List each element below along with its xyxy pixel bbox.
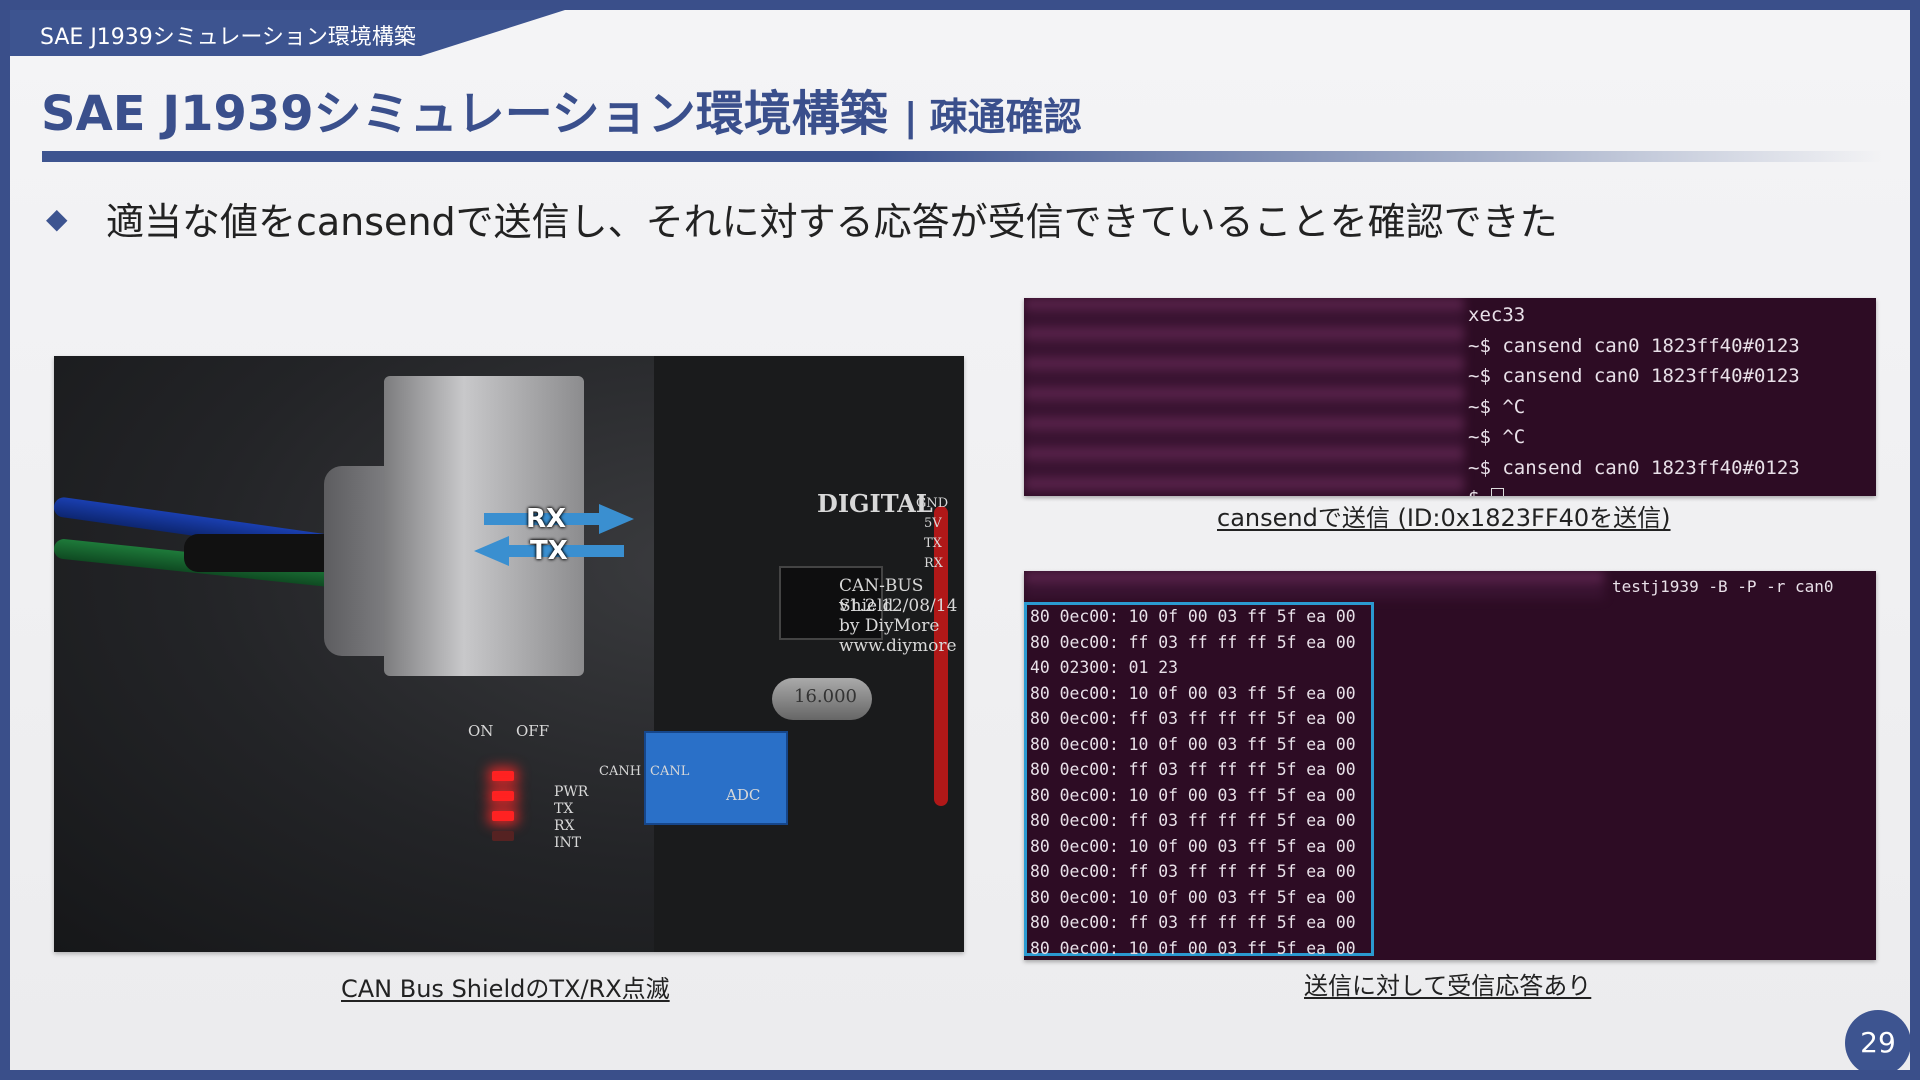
silk-pin-gnd: GND — [916, 496, 949, 511]
silk-canl: CANL — [650, 764, 690, 779]
photo-caption: CAN Bus ShieldのTX/RX点滅 — [341, 975, 670, 1003]
led-rx — [492, 811, 514, 821]
term-line: ~$ cansend can0 1823ff40#0123 — [1468, 365, 1800, 387]
term-line: 80 0ec00: 10 0f 00 03 ff 5f ea 00 — [1030, 785, 1356, 805]
term-line: ~$ ^C — [1468, 426, 1526, 448]
title-main: SAE J1939シミュレーション環境構築 — [41, 86, 888, 142]
silk-pin-5v: 5V — [924, 516, 942, 531]
term-line: 80 0ec00: ff 03 ff ff ff 5f ea 00 — [1030, 709, 1356, 728]
term-line: 80 0ec00: 10 0f 00 03 ff 5f ea 00 — [1030, 607, 1356, 626]
title-subtitle: 疎通確認 — [929, 95, 1082, 139]
term-line: 80 0ec00: 10 0f 00 03 ff 5f ea 00 — [1030, 734, 1356, 754]
silk-adc: ADC — [726, 786, 761, 804]
header-tab-label: SAE J1939シミュレーション環境構築 — [40, 25, 416, 50]
term-line: 80 0ec00: ff 03 ff ff ff 5f ea 00 — [1030, 811, 1356, 830]
terminal-recv-output: 80 0ec00: 10 0f 00 03 ff 5f ea 00 80 0ec0… — [1030, 604, 1356, 960]
can-shield-photo: 16.000 DIGITAL GND 5V TX RX CAN-BUS Shie… — [54, 356, 964, 952]
cansend-caption: cansendで送信 (ID:0x1823FF40を送信) — [1217, 504, 1671, 532]
led-pwr — [492, 771, 514, 781]
terminal-testj1939: testj1939 -B -P -r can0 80 0ec00: 10 0f … — [1024, 571, 1876, 960]
term-line: 80 0ec00: 10 0f 00 03 ff 5f ea 00 — [1030, 836, 1356, 856]
bullet-point: ◆ 適当な値をcansendで送信し、それに対する応答が受信できていることを確認… — [46, 191, 1558, 246]
rx-label: RX — [526, 504, 567, 534]
term-line: 80 0ec00: 10 0f 00 03 ff 5f ea 00 — [1030, 683, 1356, 703]
header-tab: SAE J1939シミュレーション環境構築 — [10, 10, 565, 56]
silk-on: ON — [468, 722, 494, 740]
term-line: $ — [1468, 487, 1491, 496]
silk-pin-rx: RX — [924, 556, 944, 571]
led-tx — [492, 791, 514, 801]
crystal-oscillator: 16.000 — [772, 678, 872, 720]
red-wire — [934, 506, 948, 806]
silk-by: by DiyMore — [839, 616, 940, 636]
silk-led-pwr: PWR — [554, 784, 589, 800]
silk-led-rx: RX — [554, 818, 575, 834]
recv-caption: 送信に対して受信応答あり — [1304, 972, 1592, 1000]
silk-off: OFF — [516, 722, 550, 740]
term-line: 80 0ec00: ff 03 ff ff ff 5f ea 00 — [1030, 913, 1356, 932]
led-int — [492, 831, 514, 841]
term-line: ~$ cansend can0 1823ff40#0123 — [1468, 456, 1800, 479]
silk-pin-tx: TX — [924, 536, 942, 551]
blurred-prompt — [1024, 298, 1464, 496]
term-line: xec33 — [1468, 304, 1526, 326]
rx-tx-arrows: RX TX — [474, 504, 634, 574]
term-line: ~$ cansend can0 1823ff40#0123 — [1468, 334, 1800, 357]
bullet-text: 適当な値をcansendで送信し、それに対する応答が受信できていることを確認でき… — [106, 200, 1558, 244]
title-separator: | — [903, 95, 918, 139]
slide: SAE J1939シミュレーション環境構築 SAE J1939シミュレーション環… — [10, 10, 1910, 1070]
term-line: 80 0ec00: 10 0f 00 03 ff 5f ea 00 — [1030, 938, 1356, 958]
silk-canh: CANH — [599, 764, 642, 779]
status-leds — [492, 771, 520, 861]
term-line: 80 0ec00: ff 03 ff ff ff 5f ea 00 — [1030, 760, 1356, 779]
silk-led-tx: TX — [554, 801, 574, 817]
cursor-icon — [1490, 487, 1504, 496]
page-title: SAE J1939シミュレーション環境構築 | 疎通確認 — [41, 74, 1082, 144]
term-line: 40 02300: 01 23 — [1030, 658, 1179, 677]
terminal-cansend-output: xec33 ~$ cansend can0 1823ff40#0123 ~$ can… — [1468, 300, 1800, 496]
blurred-prompt — [1024, 571, 1604, 599]
terminal-cansend: xec33 ~$ cansend can0 1823ff40#0123 ~$ can… — [1024, 298, 1876, 496]
title-underline — [42, 151, 1882, 162]
testj1939-command: testj1939 -B -P -r can0 — [1612, 577, 1834, 596]
diamond-bullet-icon: ◆ — [46, 202, 68, 235]
tx-label: TX — [530, 536, 568, 566]
term-line: 80 0ec00: ff 03 ff ff ff 5f ea 00 — [1030, 862, 1356, 881]
term-line: 80 0ec00: 10 0f 00 03 ff 5f ea 00 — [1030, 887, 1356, 907]
term-line: 80 0ec00: ff 03 ff ff ff 5f ea 00 — [1030, 632, 1356, 652]
term-line: ~$ ^C — [1468, 395, 1526, 418]
page-number: 29 — [1845, 1010, 1910, 1070]
silk-led-int: INT — [554, 835, 582, 851]
silk-url: www.diymore — [839, 636, 957, 656]
crystal-label: 16.000 — [794, 686, 857, 707]
silk-version: v1.2 12/08/14 — [839, 596, 958, 616]
